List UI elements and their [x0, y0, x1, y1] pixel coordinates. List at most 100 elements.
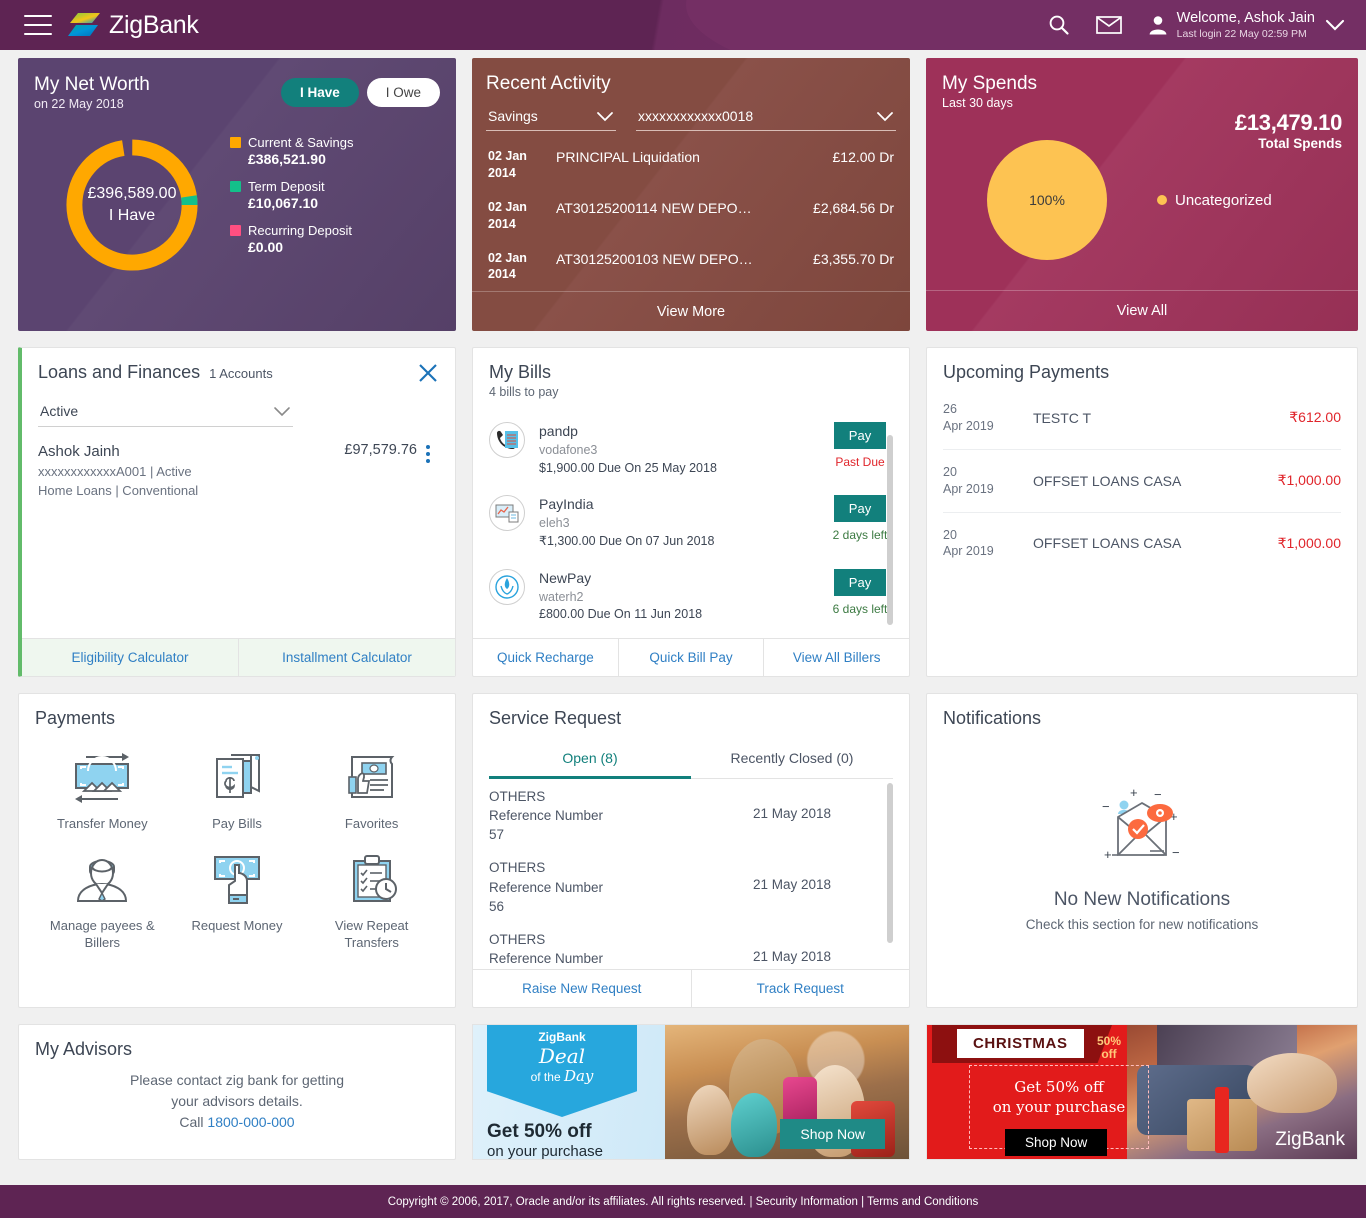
view-more-button[interactable]: View More — [472, 291, 910, 331]
loans-status-select[interactable]: Active — [38, 397, 293, 427]
dashboard-grid: My Net Worth on 22 May 2018 I Have I Owe — [0, 50, 1366, 1168]
xmas-shop-now-button[interactable]: Shop Now — [1005, 1129, 1108, 1156]
list-item[interactable]: pandp vodafone3 $1,900.00 Due On 25 May … — [489, 413, 893, 486]
payment-label: Manage payees & Billers — [49, 917, 155, 951]
quick-recharge-button[interactable]: Quick Recharge — [473, 639, 618, 676]
cell-my-spends: My Spends Last 30 days £13,479.10 Total … — [918, 50, 1366, 339]
bill-due: $1,900.00 Due On 25 May 2018 — [539, 460, 717, 475]
list-item[interactable]: PayIndia eleh3 ₹1,300.00 Due On 07 Jun 2… — [489, 486, 893, 559]
loans-footer: Eligibility Calculator Installment Calcu… — [22, 638, 455, 676]
close-icon[interactable] — [417, 362, 439, 389]
table-row[interactable]: 20 Apr 2019 OFFSET LOANS CASA ₹1,000.00 — [943, 450, 1341, 513]
legend-label: Term Deposit — [248, 179, 325, 194]
list-item[interactable]: Ashok Jainh xxxxxxxxxxxxA001 | Active Ho… — [38, 441, 439, 500]
legend-label: Recurring Deposit — [248, 223, 353, 238]
upcoming-payments-title: Upcoming Payments — [943, 362, 1110, 382]
loans-and-finances-card: Loans and Finances 1 Accounts Active Ash… — [18, 347, 456, 677]
loan-account-type: Home Loans | Conventional — [38, 482, 199, 498]
row-description: PRINCIPAL Liquidation — [556, 149, 700, 165]
advisors-phone-link[interactable]: 1800-000-000 — [207, 1114, 294, 1130]
total-spends-label: Total Spends — [1258, 136, 1342, 151]
payment-label: Transfer Money — [57, 816, 148, 831]
my-bills-card: My Bills 4 bills to pay pandp vodafone3 … — [472, 347, 910, 677]
security-information-link[interactable]: Security Information — [756, 1196, 858, 1208]
quick-bill-pay-button[interactable]: Quick Bill Pay — [619, 639, 764, 676]
request-money-button[interactable]: Request Money — [170, 845, 305, 958]
hamburger-icon[interactable] — [24, 15, 52, 35]
my-spends-subtitle: Last 30 days — [942, 96, 1013, 110]
svg-text:−: − — [1172, 845, 1180, 860]
deal-script-of-the: of the — [530, 1070, 564, 1084]
my-spends-total: £13,479.10 Total Spends — [1235, 110, 1342, 151]
deal-tag: ZigBank Deal of the Day — [487, 1025, 637, 1117]
welcome-text: Welcome, Ashok Jain — [1176, 10, 1315, 27]
spends-legend: Uncategorized — [1157, 192, 1272, 209]
i-have-button[interactable]: I Have — [280, 78, 359, 107]
advisors-line-2: your advisors details. — [171, 1093, 303, 1109]
view-all-button[interactable]: View All — [926, 290, 1358, 331]
upcoming-payments-card: Upcoming Payments 26 Apr 2019 TESTC T ₹6… — [926, 347, 1358, 677]
terms-and-conditions-link[interactable]: Terms and Conditions — [867, 1196, 978, 1208]
table-row[interactable]: 02 Jan 2014 PRINCIPAL Liquidation £12.00… — [486, 139, 896, 190]
table-row[interactable]: 02 Jan 2014 AT30125200103 NEW DEPO… £3,3… — [486, 241, 896, 292]
row-amount: £3,355.70 Dr — [813, 250, 894, 267]
list-item[interactable]: PayPhone Pay — [489, 633, 893, 638]
favorites-button[interactable]: Favorites — [304, 743, 439, 839]
tab-open[interactable]: Open (8) — [489, 739, 691, 779]
notifications-empty-state: + − − + + − No New Notifications Check t… — [943, 729, 1341, 1007]
xmas-offer-line-2: on your purchase — [992, 1098, 1126, 1117]
request-ref-number: 57 — [489, 827, 505, 843]
request-ref-number: 55 — [489, 968, 753, 969]
loans-account-count: 1 Accounts — [209, 366, 273, 381]
row-name: OFFSET LOANS CASA — [1033, 472, 1182, 489]
brand-logo[interactable]: ZigBank — [68, 10, 199, 40]
track-request-button[interactable]: Track Request — [692, 970, 910, 1007]
repeat-transfers-button[interactable]: View Repeat Transfers — [304, 845, 439, 958]
legend-item: Recurring Deposit £0.00 — [230, 223, 354, 255]
search-icon[interactable] — [1048, 14, 1070, 36]
kebab-menu-icon[interactable] — [417, 441, 439, 500]
table-row[interactable]: 26 Apr 2019 TESTC T ₹612.00 — [943, 387, 1341, 450]
pie-slice-label: 100% — [1029, 192, 1065, 208]
raise-new-request-button[interactable]: Raise New Request — [473, 970, 691, 1007]
christmas-banner[interactable]: CHRISTMAS 50% off Get 50% off on your pu… — [926, 1024, 1358, 1160]
table-row[interactable]: OTHERS Reference Number 56 21 May 2018 — [489, 850, 893, 921]
pay-bills-button[interactable]: Pay Bills — [170, 743, 305, 839]
electricity-bill-icon — [489, 495, 525, 532]
pay-button[interactable]: Pay — [834, 495, 886, 523]
row-amount: £12.00 Dr — [832, 149, 894, 165]
mail-icon[interactable] — [1095, 15, 1122, 35]
empty-mail-icon: + − − + + − — [1102, 785, 1180, 862]
list-item[interactable]: NewPay waterh2 £800.00 Due On 11 Jun 201… — [489, 560, 893, 633]
row-day: 02 — [488, 199, 502, 214]
table-row[interactable]: 20 Apr 2019 OFFSET LOANS CASA ₹1,000.00 — [943, 513, 1341, 575]
table-row[interactable]: OTHERS Reference Number 55 21 May 2018 — [489, 922, 893, 969]
deal-shop-now-button[interactable]: Shop Now — [780, 1119, 885, 1149]
row-monthyear: Apr 2019 — [943, 418, 994, 433]
account-type-select[interactable]: Savings — [486, 103, 616, 131]
deal-of-the-day-banner[interactable]: ZigBank Deal of the Day Get 50% off on y… — [472, 1024, 910, 1160]
bills-scrollbar[interactable] — [887, 435, 893, 625]
manage-payees-button[interactable]: Manage payees & Billers — [35, 845, 170, 958]
request-ref-number: 56 — [489, 898, 505, 914]
svg-text:−: − — [1102, 799, 1110, 814]
pay-button[interactable]: Pay — [834, 568, 886, 596]
pay-button[interactable]: Pay — [834, 422, 886, 449]
user-menu[interactable]: Welcome, Ashok Jain Last login 22 May 02… — [1148, 9, 1346, 40]
service-request-scrollbar[interactable] — [887, 783, 893, 943]
installment-calculator-button[interactable]: Installment Calculator — [239, 639, 455, 676]
row-amount: ₹612.00 — [1289, 409, 1341, 426]
eligibility-calculator-button[interactable]: Eligibility Calculator — [22, 639, 238, 676]
row-day: 02 — [488, 250, 502, 265]
view-all-billers-button[interactable]: View All Billers — [764, 639, 909, 676]
transfer-money-button[interactable]: Transfer Money — [35, 743, 170, 839]
legend-value: £10,067.10 — [248, 195, 319, 211]
account-number-select[interactable]: xxxxxxxxxxxx0018 — [636, 103, 896, 131]
notifications-headline: No New Notifications — [1053, 888, 1231, 910]
tab-recently-closed[interactable]: Recently Closed (0) — [691, 739, 893, 779]
table-row[interactable]: 02 Jan 2014 AT30125200114 NEW DEPO… £2,6… — [486, 190, 896, 241]
cell-notifications: Notifications + − − + + − No New Notific… — [918, 685, 1366, 1016]
table-row[interactable]: OTHERS Reference Number 57 21 May 2018 — [489, 779, 893, 850]
cell-my-bills: My Bills 4 bills to pay pandp vodafone3 … — [464, 339, 918, 685]
i-owe-button[interactable]: I Owe — [366, 78, 440, 107]
